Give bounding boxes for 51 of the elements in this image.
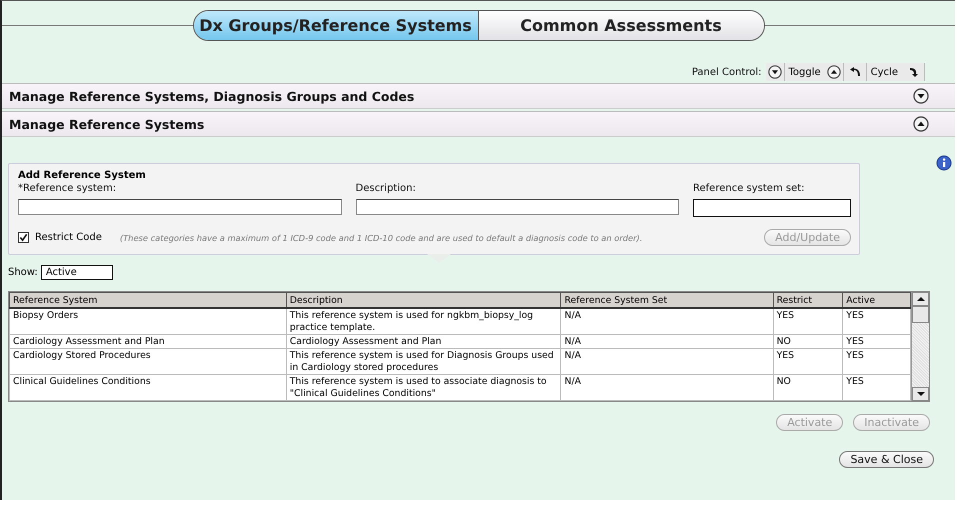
input-field[interactable] bbox=[18, 199, 342, 215]
expand-icon[interactable] bbox=[913, 88, 929, 104]
tab[interactable]: Dx Groups/Reference Systems bbox=[194, 11, 478, 40]
table-cell: YES bbox=[842, 334, 910, 348]
show-label: Show: bbox=[8, 267, 38, 278]
panel-control-label: Panel Control: bbox=[692, 66, 762, 78]
table-cell: NO bbox=[773, 334, 843, 348]
checkbox-label: Restrict Code bbox=[35, 232, 102, 243]
column-header[interactable]: Description bbox=[286, 292, 561, 308]
table-cell: N/A bbox=[560, 374, 774, 400]
column-header[interactable]: Reference System bbox=[10, 292, 286, 308]
form-title: Add Reference System bbox=[18, 170, 147, 181]
info-icon[interactable] bbox=[936, 155, 952, 171]
table-cell: This reference system is used for ngkbm_biopsy_log practice template. bbox=[286, 308, 561, 334]
column-header[interactable]: Restrict bbox=[773, 292, 843, 308]
checkbox[interactable] bbox=[18, 232, 29, 243]
table-cell: Cardiology Stored Procedures bbox=[10, 348, 286, 374]
scrollbar[interactable] bbox=[911, 292, 929, 401]
expand-icon[interactable] bbox=[766, 63, 784, 81]
section-title: Manage Reference Systems, Diagnosis Groups and Codes bbox=[9, 88, 414, 104]
table-cell: This reference system is used for Diagnosis Groups used in Cardiology stored procedures bbox=[286, 348, 561, 374]
field-label: *Reference system: bbox=[18, 183, 118, 194]
table-cell: YES bbox=[773, 348, 843, 374]
table-cell: Clinical Guidelines Conditions bbox=[10, 374, 286, 400]
collapse-icon[interactable] bbox=[913, 116, 929, 132]
column-header[interactable]: Reference System Set bbox=[560, 292, 774, 308]
table-cell: Biopsy Orders bbox=[10, 308, 286, 334]
table-cell: Cardiology Assessment and Plan bbox=[10, 334, 286, 348]
table-cell: NO bbox=[773, 374, 843, 400]
input-field[interactable] bbox=[693, 199, 851, 217]
scroll-up-icon[interactable] bbox=[912, 292, 929, 306]
field-label: Reference system set: bbox=[693, 183, 806, 194]
section-header[interactable]: Manage Reference Systems bbox=[2, 111, 955, 137]
section-header[interactable]: Manage Reference Systems, Diagnosis Groups and Codes bbox=[2, 83, 955, 109]
input-field[interactable] bbox=[356, 199, 679, 215]
collapse-icon[interactable] bbox=[824, 63, 844, 81]
table-cell: N/A bbox=[560, 348, 774, 374]
hint-text: (These categories have a maximum of 1 ICD-9 code and 1 ICD-10 code and are used to default a diagnosis code to an order). bbox=[120, 232, 642, 242]
show-dropdown[interactable]: Active bbox=[40, 265, 113, 280]
save-close-button[interactable]: Save & Close bbox=[839, 451, 934, 468]
field-label: Description: bbox=[356, 183, 417, 194]
table-cell: N/A bbox=[560, 334, 774, 348]
table-cell: This reference system is used to associate diagnosis to "Clinical Guidelines Conditions" bbox=[286, 374, 561, 400]
table-cell: YES bbox=[773, 308, 843, 334]
table-cell: N/A bbox=[560, 308, 774, 334]
section-title: Manage Reference Systems bbox=[9, 116, 204, 132]
scroll-thumb[interactable] bbox=[912, 306, 929, 323]
tab[interactable]: Common Assessments bbox=[478, 11, 764, 40]
table-cell: Cardiology Assessment and Plan bbox=[286, 334, 561, 348]
scroll-down-icon[interactable] bbox=[912, 387, 929, 401]
column-header[interactable]: Active bbox=[842, 292, 910, 308]
